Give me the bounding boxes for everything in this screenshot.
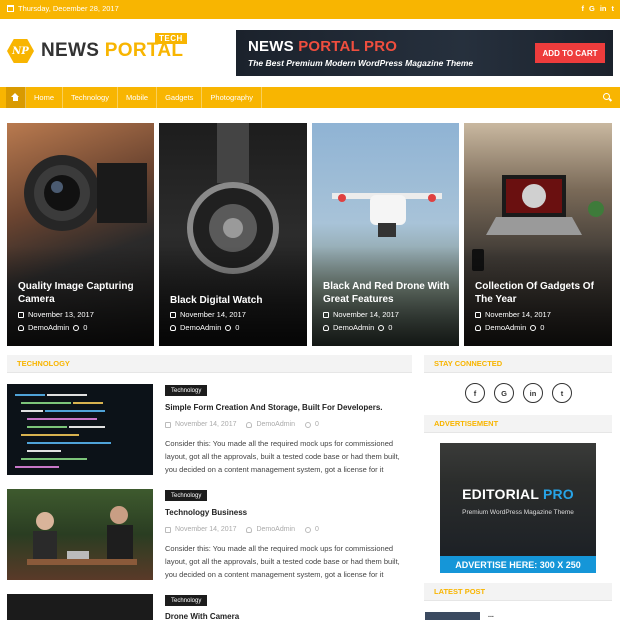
twitter-icon[interactable]: t <box>552 383 572 403</box>
user-icon <box>246 421 253 428</box>
comment-icon <box>378 324 385 331</box>
featured-date: November 14, 2017 <box>475 310 551 319</box>
featured-date: November 14, 2017 <box>170 310 246 319</box>
site-logo[interactable]: NP NEWS PORTAL TECH <box>7 33 187 63</box>
featured-tile[interactable]: Black Digital Watch November 14, 2017 De… <box>159 123 307 346</box>
featured-byline: DemoAdmin 0 <box>475 323 544 332</box>
banner-title: NEWS PORTAL PRO <box>248 38 398 55</box>
comment-icon <box>305 421 311 428</box>
post-title[interactable]: Drone With Camera <box>165 612 239 620</box>
comment-icon <box>225 324 232 331</box>
nav-item-mobile[interactable]: Mobile <box>118 87 158 108</box>
site-header: NP NEWS PORTAL TECH NEWS PORTAL PRO The … <box>0 19 620 87</box>
calendar-icon <box>170 311 176 318</box>
post-thumbnail[interactable] <box>7 489 153 580</box>
linkedin-icon[interactable]: in <box>523 383 543 403</box>
advertise-here-label: ADVERTISE HERE: 300 X 250 <box>440 556 596 573</box>
user-icon <box>323 324 329 331</box>
post-thumbnail[interactable] <box>7 594 153 620</box>
calendar-icon <box>18 311 24 318</box>
post-title[interactable]: Simple Form Creation And Storage, Built … <box>165 403 383 412</box>
calendar-icon <box>7 5 14 12</box>
linkedin-icon[interactable]: in <box>600 4 607 13</box>
featured-tile[interactable]: Black And Red Drone With Great Features … <box>312 123 459 346</box>
featured-title[interactable]: Black Digital Watch <box>170 294 302 307</box>
promo-banner[interactable]: NEWS PORTAL PRO The Best Premium Modern … <box>236 30 613 76</box>
user-icon <box>18 324 24 331</box>
section-heading-advertisement: ADVERTISEMENT <box>424 415 612 433</box>
comment-icon <box>530 324 537 331</box>
category-badge[interactable]: Technology <box>165 385 208 396</box>
latest-post-title[interactable]: ... <box>488 612 494 619</box>
post-title[interactable]: Technology Business <box>165 508 247 517</box>
code-image <box>15 394 111 468</box>
post-excerpt: Consider this: You made all the required… <box>165 439 400 474</box>
top-social-links: f G in t <box>581 4 614 13</box>
logo-hexagon-icon: NP <box>7 39 34 63</box>
nav-item-technology[interactable]: Technology <box>63 87 118 108</box>
nav-item-photography[interactable]: Photography <box>202 87 262 108</box>
twitter-icon[interactable]: t <box>612 4 615 13</box>
nav-item-home[interactable]: Home <box>26 87 64 108</box>
ad-subtitle: Premium WordPress Magazine Theme <box>462 509 574 516</box>
featured-byline: DemoAdmin 0 <box>323 323 392 332</box>
sidebar-social-links: f G in t <box>465 383 572 403</box>
google-plus-icon[interactable]: G <box>494 383 514 403</box>
facebook-icon[interactable]: f <box>581 4 584 13</box>
featured-title[interactable]: Black And Red Drone With Great Features <box>323 280 455 306</box>
featured-tile[interactable]: Collection Of Gadgets Of The Year Novemb… <box>464 123 612 346</box>
featured-date: November 14, 2017 <box>323 310 399 319</box>
advertisement-banner[interactable]: EDITORIAL PRO Premium WordPress Magazine… <box>440 443 596 573</box>
banner-subtitle: The Best Premium Modern WordPress Magazi… <box>248 58 474 68</box>
google-plus-icon[interactable]: G <box>589 4 595 13</box>
business-meeting-image <box>27 506 137 565</box>
ad-title: EDITORIAL PRO <box>462 486 574 502</box>
featured-title[interactable]: Quality Image Capturing Camera <box>18 280 150 306</box>
category-badge[interactable]: Technology <box>165 490 208 501</box>
category-badge[interactable]: Technology <box>165 595 208 606</box>
calendar-icon <box>165 526 171 533</box>
comment-icon <box>73 324 80 331</box>
calendar-icon <box>165 421 171 428</box>
search-icon[interactable] <box>603 93 612 102</box>
latest-post-thumbnail[interactable] <box>425 612 480 620</box>
facebook-icon[interactable]: f <box>465 383 485 403</box>
section-heading-stay-connected: STAY CONNECTED <box>424 355 612 373</box>
current-date: Thursday, December 28, 2017 <box>18 4 119 13</box>
featured-byline: DemoAdmin 0 <box>170 323 239 332</box>
add-to-cart-button[interactable]: ADD TO CART <box>535 43 605 63</box>
comment-icon <box>305 526 311 533</box>
featured-byline: DemoAdmin 0 <box>18 323 87 332</box>
user-icon <box>170 324 176 331</box>
post-thumbnail[interactable] <box>7 384 153 475</box>
post-excerpt: Consider this: You made all the required… <box>165 544 400 579</box>
post-meta: November 14, 2017 DemoAdmin 0 <box>165 421 319 428</box>
user-icon <box>246 526 253 533</box>
calendar-icon <box>323 311 329 318</box>
nav-item-gadgets[interactable]: Gadgets <box>157 87 203 108</box>
home-icon-button[interactable] <box>6 87 26 108</box>
featured-date: November 13, 2017 <box>18 310 94 319</box>
top-bar: Thursday, December 28, 2017 f G in t <box>0 0 620 19</box>
post-meta: November 14, 2017 DemoAdmin 0 <box>165 526 319 533</box>
section-heading-technology: TECHNOLOGY <box>7 355 412 373</box>
featured-tile[interactable]: Quality Image Capturing Camera November … <box>7 123 154 346</box>
featured-title[interactable]: Collection Of Gadgets Of The Year <box>475 280 607 306</box>
calendar-icon <box>475 311 481 318</box>
date-display: Thursday, December 28, 2017 <box>7 4 119 13</box>
user-icon <box>475 324 481 331</box>
section-heading-latest-post: LATEST POST <box>424 583 612 601</box>
main-nav: Home Technology Mobile Gadgets Photograp… <box>0 87 620 108</box>
logo-tag: TECH <box>155 33 187 44</box>
home-icon <box>11 93 20 102</box>
